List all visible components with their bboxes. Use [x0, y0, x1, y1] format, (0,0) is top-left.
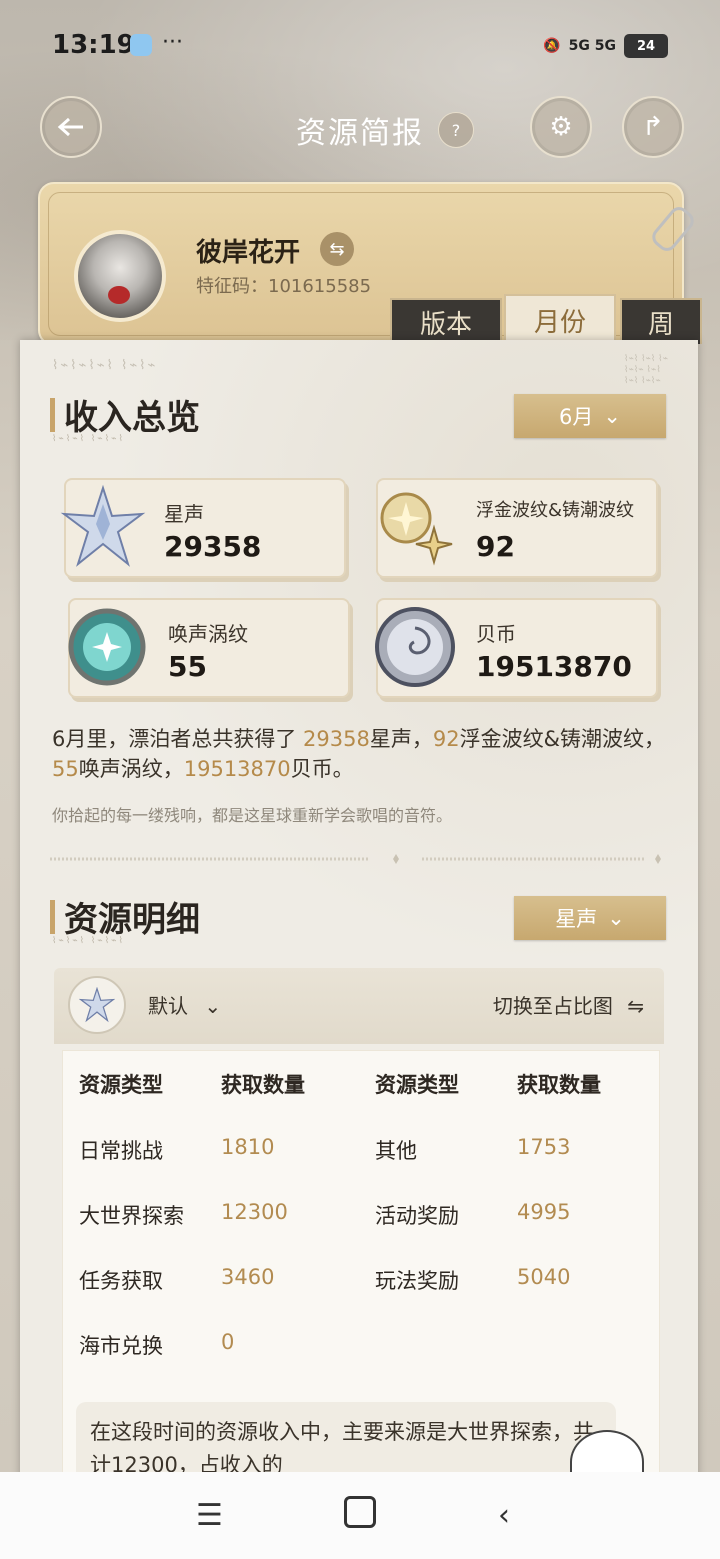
report-card: ⌇⌁⌇⌁⌇⌁⌇ ⌇⌁⌇⌁ ⌇⌁⌇ ⌇⌁⌇ ⌇⌁ ⌇⌁⌇⌁ ⌇⌁⌇ ⌇⌁⌇ ⌇⌁⌇⌁ …: [20, 340, 698, 1512]
avatar-flower: [108, 286, 130, 304]
resource-value: 55: [168, 650, 207, 683]
status-indicators: 🔕 5G 5G 24: [543, 34, 668, 58]
income-subtitle-glyphs: ⌇⌁⌇⌁⌇ ⌇⌁⌇⌁⌇: [52, 434, 125, 444]
share-arrow-icon: ↱: [642, 112, 664, 142]
flavor-quote: 你拾起的每一缕残响，都是这星球重新学会歌唱的音符。: [52, 806, 453, 825]
player-uid: 特征码：101615585: [196, 276, 372, 297]
golden-wave-icon: [380, 492, 453, 566]
table-cell-amount: 5040: [517, 1265, 571, 1289]
tab-version[interactable]: 版本: [390, 298, 502, 344]
resource-label: 贝币: [476, 622, 516, 646]
details-subtitle-glyphs: ⌇⌁⌇⌁⌇ ⌇⌁⌇⌁⌇: [52, 936, 125, 946]
table-header: 资源类型: [375, 1073, 459, 1097]
teal-orb-icon: [68, 608, 146, 686]
decorative-glyphs: ⌇⌁⌇⌁⌇⌁⌇ ⌇⌁⌇⌁: [52, 358, 158, 373]
section-accent-bar: [50, 900, 55, 934]
table-header: 获取数量: [221, 1073, 305, 1097]
tab-week[interactable]: 周: [620, 298, 702, 344]
system-nav-bar: ☰ ‹: [0, 1472, 720, 1559]
status-bar: 13:19 ··· 🔕 5G 5G 24: [0, 0, 720, 90]
table-cell-amount: 12300: [221, 1200, 288, 1224]
page-title: 资源简报: [296, 116, 424, 151]
star-crystal-icon: [79, 987, 115, 1023]
income-section-title: 收入总览: [64, 398, 200, 438]
resource-label: 唤声涡纹: [168, 622, 248, 646]
resource-label: 星声: [164, 502, 204, 526]
mute-icon: 🔕: [543, 38, 561, 54]
signal-icon: 5G 5G: [568, 38, 616, 54]
resource-tile-tides: 浮金波纹&铸潮波纹 92: [376, 478, 658, 578]
resource-dropdown-value: 星声: [555, 907, 598, 931]
summary-text: 6月里，漂泊者总共获得了: [52, 727, 304, 751]
switch-account-button[interactable]: ⇆: [320, 232, 354, 266]
summary-text: 贝币。: [290, 757, 354, 781]
sort-dropdown-value: 默认: [148, 994, 188, 1018]
app-notification-icon: [130, 34, 152, 56]
resource-value: 19513870: [476, 650, 632, 683]
table-cell-type: 玩法奖励: [375, 1269, 459, 1293]
summary-value: 19513870: [183, 757, 291, 781]
table-cell-type: 其他: [375, 1139, 417, 1163]
swap-icon: ⇋: [627, 994, 644, 1018]
table-header: 资源类型: [79, 1073, 163, 1097]
section-accent-bar: [50, 398, 55, 432]
chevron-down-icon: ⌄: [607, 906, 625, 930]
summary-text: 浮金波纹&铸潮波纹，: [459, 727, 665, 751]
back-nav-icon[interactable]: ‹: [498, 1498, 510, 1533]
status-time: 13:19: [52, 30, 135, 60]
resource-value: 29358: [164, 530, 262, 563]
summary-value: 29358: [303, 727, 370, 751]
details-toolbar: 默认 ⌄ 切换至占比图 ⇋: [54, 968, 664, 1044]
resource-tile-vortex: 唤声涡纹 55: [68, 598, 350, 698]
switch-chart-label: 切换至占比图: [492, 994, 613, 1018]
more-notifications-icon: ···: [162, 30, 183, 55]
table-header: 获取数量: [517, 1073, 601, 1097]
chevron-down-icon: ⌄: [204, 994, 222, 1018]
switch-chart-button[interactable]: 切换至占比图 ⇋: [493, 990, 644, 1019]
resource-label: 浮金波纹&铸潮波纹: [476, 500, 635, 521]
table-cell-amount: 1753: [517, 1135, 571, 1159]
summary-value: 55: [52, 757, 79, 781]
details-section-title: 资源明细: [64, 900, 200, 940]
resource-tile-shell-credit: 贝币 19513870: [375, 598, 658, 698]
resource-avatar: [68, 976, 126, 1034]
income-summary: 6月里，漂泊者总共获得了 29358星声，92浮金波纹&铸潮波纹， 55唤声涡纹，…: [52, 724, 672, 784]
sort-dropdown[interactable]: 默认 ⌄: [148, 990, 221, 1019]
table-cell-amount: 0: [221, 1330, 235, 1354]
chevron-down-icon: ⌄: [603, 404, 621, 428]
resource-value: 92: [476, 530, 515, 563]
table-cell-type: 日常挑战: [79, 1139, 163, 1163]
star-crystal-icon: [60, 484, 146, 567]
home-icon[interactable]: [344, 1496, 376, 1528]
month-dropdown-value: 6月: [559, 405, 594, 429]
summary-text: 唤声涡纹，: [78, 757, 184, 781]
help-button[interactable]: ?: [438, 112, 474, 148]
summary-text: 星声，: [369, 727, 433, 751]
table-cell-type: 大世界探索: [79, 1204, 184, 1228]
summary-value: 92: [432, 727, 460, 751]
month-dropdown[interactable]: 6月 ⌄: [514, 394, 666, 438]
shell-coin-icon: [375, 607, 455, 687]
resource-type-dropdown[interactable]: 星声 ⌄: [514, 896, 666, 940]
share-button[interactable]: ↱: [622, 96, 684, 158]
gear-icon: ⚙: [549, 112, 573, 142]
menu-icon[interactable]: ☰: [196, 1498, 223, 1533]
avatar[interactable]: [74, 230, 166, 322]
table-cell-type: 任务获取: [79, 1269, 163, 1293]
table-cell-amount: 4995: [517, 1200, 571, 1224]
resource-tile-astrite: 星声 29358: [60, 478, 346, 578]
player-name: 彼岸花开: [196, 238, 301, 268]
table-cell-amount: 3460: [221, 1265, 275, 1289]
tab-month[interactable]: 月份: [504, 294, 616, 344]
decorative-glyphs-small: ⌇⌁⌇ ⌇⌁⌇ ⌇⌁ ⌇⌁⌇⌁ ⌇⌁⌇ ⌇⌁⌇ ⌇⌁⌇⌁: [624, 354, 668, 386]
table-cell-type: 海市兑换: [79, 1334, 163, 1358]
settings-button[interactable]: ⚙: [530, 96, 592, 158]
table-cell-amount: 1810: [221, 1135, 275, 1159]
table-cell-type: 活动奖励: [375, 1204, 459, 1228]
section-divider: [50, 854, 661, 864]
battery-icon: 24: [624, 34, 668, 58]
top-header: 资源简报 ? ⚙ ↱: [0, 96, 720, 160]
